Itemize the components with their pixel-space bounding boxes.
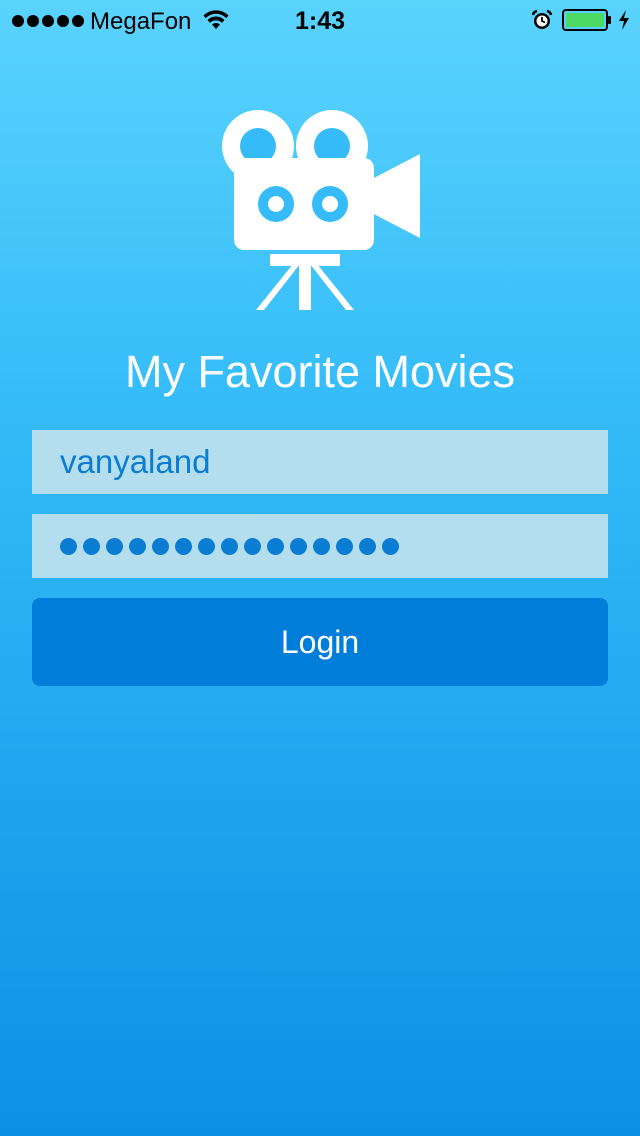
password-mask-dot (336, 537, 353, 555)
password-mask-dot (129, 537, 146, 555)
login-button[interactable]: Login (32, 598, 608, 686)
username-value: vanyaland (60, 443, 211, 480)
status-bar: MegaFon 1:43 (0, 0, 640, 40)
battery-icon (562, 9, 611, 31)
charging-bolt-icon (619, 10, 629, 30)
password-mask-dot (313, 537, 330, 555)
password-mask-dot (60, 537, 77, 555)
alarm-clock-icon (531, 9, 553, 29)
password-mask-dot (290, 537, 307, 555)
battery-fill (566, 13, 604, 27)
password-dots (60, 537, 399, 555)
password-mask-dot (221, 537, 238, 555)
password-mask-dot (152, 537, 169, 555)
password-mask-dot (198, 537, 215, 555)
password-mask-dot (267, 537, 284, 555)
password-mask-dot (359, 537, 376, 555)
movie-camera-icon (222, 110, 420, 310)
username-field[interactable]: vanyaland (32, 430, 608, 494)
app-title: My Favorite Movies (124, 346, 516, 397)
password-mask-dot (83, 537, 100, 555)
password-mask-dot (244, 537, 261, 555)
password-field[interactable] (32, 514, 608, 578)
password-mask-dot (106, 537, 123, 555)
password-mask-dot (382, 537, 399, 555)
password-mask-dot (175, 537, 192, 555)
